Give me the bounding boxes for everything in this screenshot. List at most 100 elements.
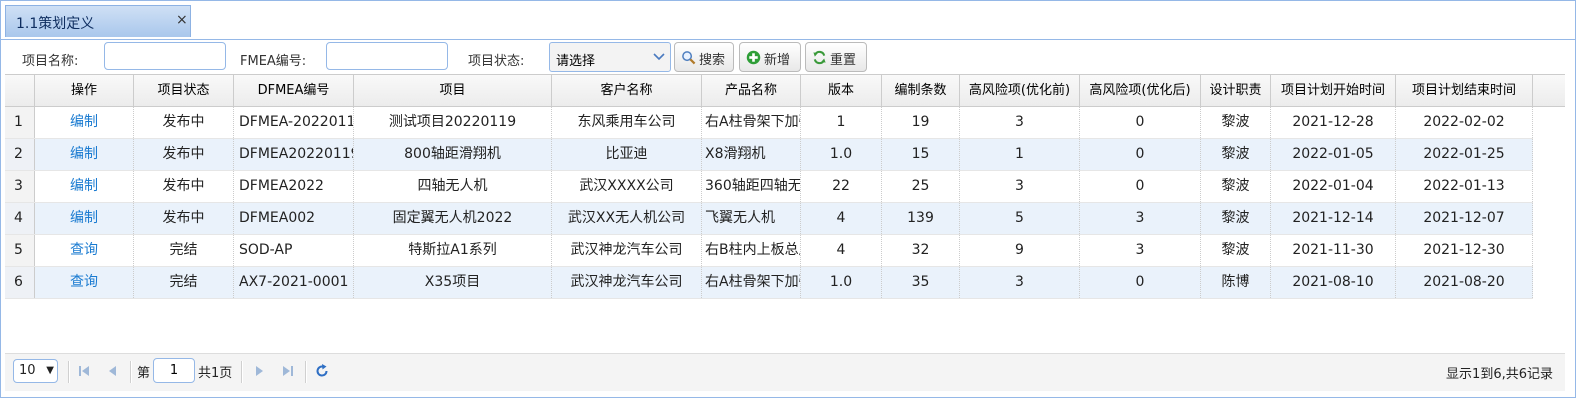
fmea-number-label: FMEA编号: [240,54,307,69]
cell-product: 360轴距四轴无人机 [702,171,801,202]
query-link[interactable]: 查询 [35,235,134,266]
pager-separator [68,361,70,383]
row-number: 2 [5,139,35,170]
pagination-bar: 10 ▼ 第 共1页 显示1到6,共6记录 [5,353,1565,391]
column-header[interactable]: 客户名称 [552,75,702,106]
next-page-icon[interactable] [251,363,267,379]
row-number: 1 [5,107,35,138]
cell-owner: 黎波 [1201,235,1271,266]
tab-planning-definition[interactable]: 1.1策划定义 × [5,5,191,37]
search-button[interactable]: 搜索 [674,42,734,72]
column-header[interactable]: 项目 [354,75,552,106]
reset-button[interactable]: 重置 [805,42,867,72]
add-button-label: 新增 [764,53,791,68]
record-info: 显示1到6,共6记录 [1446,367,1553,382]
page-number-input[interactable] [153,358,195,383]
edit-link[interactable]: 编制 [35,171,134,202]
prev-page-icon[interactable] [105,363,121,379]
cell-end-date: 2022-01-13 [1396,171,1533,202]
reset-button-label: 重置 [830,53,857,68]
project-status-label: 项目状态: [468,54,525,69]
pager-separator [305,361,307,383]
edit-link[interactable]: 编制 [35,107,134,138]
reload-icon[interactable] [314,363,330,379]
cell-status: 发布中 [134,203,234,234]
edit-link[interactable]: 编制 [35,203,134,234]
page-size-select[interactable]: 10 ▼ [13,359,58,383]
column-header[interactable]: 项目状态 [134,75,234,106]
cell-customer: 东风乘用车公司 [552,107,702,138]
cell-product: 右A柱骨架下加强板 [702,107,801,138]
first-page-icon[interactable] [76,363,92,379]
column-header[interactable]: 高风险项(优化后) [1080,75,1201,106]
filter-toolbar: 项目名称: FMEA编号: 项目状态: 请选择 搜索 新增 重置 [1,41,1575,75]
cell-dfmea-number: AX7-2021-0001 [234,267,354,298]
project-status-select[interactable]: 请选择 [549,42,671,72]
table-row[interactable]: 3编制发布中DFMEA2022四轴无人机武汉XXXX公司360轴距四轴无人机22… [5,171,1533,203]
chevron-down-icon: ▼ [46,365,54,376]
column-header[interactable]: 高风险项(优化前) [960,75,1080,106]
cell-end-date: 2021-08-20 [1396,267,1533,298]
cell-product: 右B柱内上板总成 [702,235,801,266]
column-header[interactable]: 编制条数 [882,75,960,106]
table-row[interactable]: 2 编制 发布中 DFMEA20220119 800轴距滑翔机 比亚迪 X8滑翔机 1.0 15… [5,139,1533,171]
table-row[interactable]: 6查询完结AX7-2021-0001X35项目武汉神龙汽车公司右A柱骨架下加强板… [5,267,1533,299]
cell-dfmea-number: DFMEA-20220119 [234,107,354,138]
edit-link[interactable]: 编制 [35,139,134,170]
cell-risk-after: 0 [1080,171,1201,202]
column-header[interactable]: 设计职责 [1201,75,1271,106]
cell-project: 测试项目20220119 [354,107,552,138]
cell-count: 25 [882,171,960,202]
cell-version: 4 [801,235,882,266]
cell-risk-before: 9 [960,235,1080,266]
column-header[interactable]: 项目计划开始时间 [1271,75,1396,106]
cell-version: 1.0 [801,267,882,298]
cell-risk-before: 5 [960,203,1080,234]
cell-status: 完结 [134,235,234,266]
cell-customer: 武汉XXXX公司 [552,171,702,202]
cell-risk-before: 1 [960,139,1080,170]
cell-owner: 黎波 [1201,203,1271,234]
cell-product: X8滑翔机 [702,139,801,170]
fmea-number-input[interactable] [326,42,448,70]
cell-product: 飞翼无人机 [702,203,801,234]
pager-separator [130,361,132,383]
cell-start-date: 2021-12-28 [1271,107,1396,138]
column-header[interactable]: 操作 [35,75,134,106]
cell-customer: 武汉神龙汽车公司 [552,235,702,266]
project-name-input[interactable] [104,42,226,70]
add-button[interactable]: 新增 [739,42,801,72]
tab-title: 1.1策划定义 [16,16,95,32]
column-header[interactable]: DFMEA编号 [234,75,354,106]
cell-count: 139 [882,203,960,234]
close-icon[interactable]: × [176,12,188,28]
column-header[interactable]: 项目计划结束时间 [1396,75,1533,106]
cell-risk-after: 0 [1080,267,1201,298]
cell-owner: 黎波 [1201,107,1271,138]
project-status-value: 请选择 [556,54,596,69]
refresh-icon [813,50,826,65]
table-row[interactable]: 4 编制 发布中 DFMEA002 固定翼无人机2022 武汉XX无人机公司 飞翼无人机 4 1… [5,203,1533,235]
cell-owner: 黎波 [1201,139,1271,170]
column-header[interactable]: 版本 [801,75,882,106]
cell-status: 完结 [134,267,234,298]
cell-status: 发布中 [134,139,234,170]
query-link[interactable]: 查询 [35,267,134,298]
row-number: 5 [5,235,35,266]
cell-project: 特斯拉A1系列 [354,235,552,266]
data-grid: 操作 项目状态 DFMEA编号 项目 客户名称 产品名称 版本 编制条数 高风险项(优化前) 高风… [5,74,1565,354]
cell-status: 发布中 [134,107,234,138]
cell-owner: 陈博 [1201,267,1271,298]
cell-risk-after: 0 [1080,107,1201,138]
cell-customer: 武汉神龙汽车公司 [552,267,702,298]
grid-header: 操作 项目状态 DFMEA编号 项目 客户名称 产品名称 版本 编制条数 高风险项(优化前) 高风… [5,75,1565,107]
cell-dfmea-number: DFMEA2022 [234,171,354,202]
cell-customer: 比亚迪 [552,139,702,170]
column-header[interactable]: 产品名称 [702,75,801,106]
cell-start-date: 2021-11-30 [1271,235,1396,266]
row-number: 6 [5,267,35,298]
main-panel: 1.1策划定义 × 项目名称: FMEA编号: 项目状态: 请选择 搜索 新增 … [0,0,1576,398]
last-page-icon[interactable] [280,363,296,379]
table-row[interactable]: 1 编制 发布中 DFMEA-20220119 测试项目20220119 东风乘用车公司右… [5,107,1533,139]
table-row[interactable]: 5查询完结SOD-AP特斯拉A1系列武汉神龙汽车公司右B柱内上板总成43293黎… [5,235,1533,267]
